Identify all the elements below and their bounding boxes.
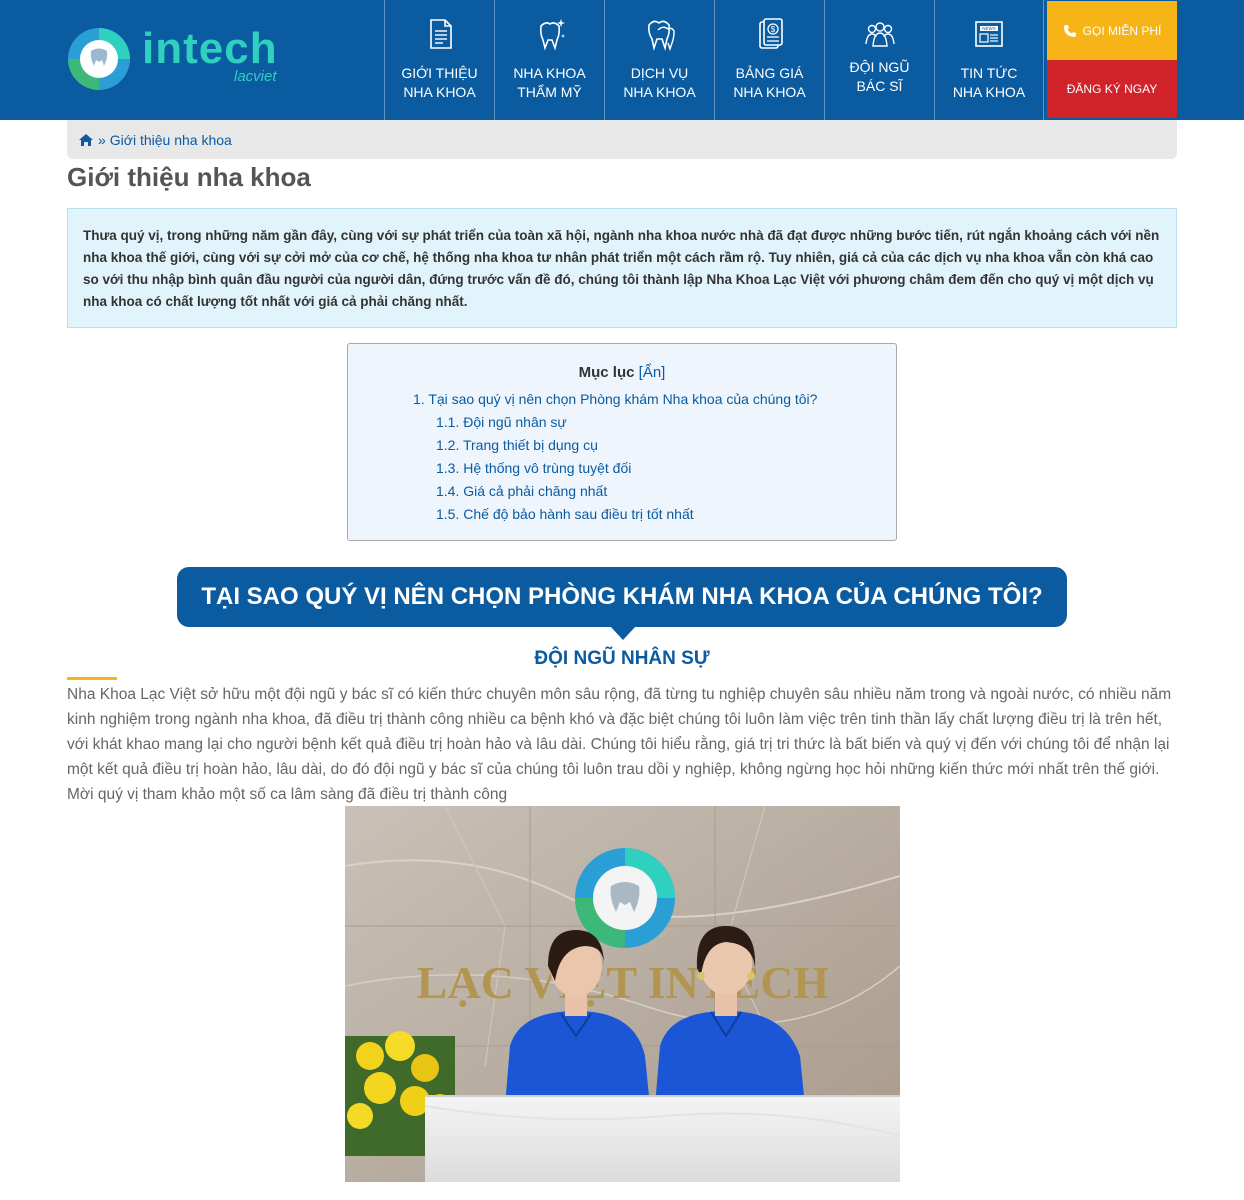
intro-box: Thưa quý vị, trong những năm gần đây, cù…	[67, 208, 1177, 328]
nav-label: Dịch vụ nha khoa	[623, 65, 696, 100]
nav-label: Đội ngũ bác sĩ	[849, 59, 910, 94]
call-free-button[interactable]: Gọi miễn phí	[1047, 1, 1177, 60]
sparkle-tooth-icon	[539, 19, 565, 51]
nav-label: Tin tức nha khoa	[952, 65, 1026, 100]
nav-item-gioi-thieu[interactable]: Giới thiệu nha khoa	[384, 0, 494, 120]
main-nav: Giới thiệu nha khoa Nha khoa thẩm mỹ Dịch …	[384, 0, 1044, 120]
section-heading: Tại sao quý vị nên chọn Phòng khám Nha k…	[177, 567, 1067, 627]
logo[interactable]: intech lacviet	[66, 24, 306, 96]
nav-item-nha-khoa-tham-my[interactable]: Nha khoa thẩm mỹ	[494, 0, 604, 120]
register-button[interactable]: Đăng ký ngay	[1047, 60, 1177, 118]
toc-item-1-2[interactable]: 1.2. Trang thiết bị dụng cụ	[436, 436, 598, 454]
news-icon: NEWS	[975, 21, 1003, 47]
nav-item-tin-tuc[interactable]: NEWS Tin tức nha khoa	[934, 0, 1044, 120]
logo-text: intech	[142, 24, 278, 73]
toc-item-1-5[interactable]: 1.5. Chế độ bảo hành sau điều trị tốt nh…	[436, 505, 694, 523]
site-header: intech lacviet Giới thiệu nha khoa Nha kh…	[0, 0, 1244, 120]
sub-heading: Đội ngũ nhân sự	[534, 648, 710, 669]
team-icon	[864, 22, 895, 47]
nav-label: Giới thiệu nha khoa	[401, 65, 478, 100]
breadcrumb-separator: »	[98, 131, 106, 148]
svg-text:NEWS: NEWS	[982, 26, 996, 31]
nav-label: Nha khoa thẩm mỹ	[513, 65, 586, 100]
toc-toggle-button[interactable]: [Ẩn]	[639, 364, 666, 381]
call-free-label: Gọi miễn phí	[1082, 23, 1162, 38]
nav-item-bang-gia[interactable]: $ Bảng giá nha khoa	[714, 0, 824, 120]
nav-item-dich-vu[interactable]: Dịch vụ nha khoa	[604, 0, 714, 120]
tooth-icon	[647, 20, 675, 52]
price-list-icon: $	[758, 18, 783, 49]
body-paragraph: Nha Khoa Lạc Việt sở hữu một đội ngũ y b…	[67, 686, 1172, 803]
toc-title: Mục lục [Ẩn]	[578, 364, 666, 381]
breadcrumb: » Giới thiệu nha khoa	[67, 120, 1177, 159]
toc-item-1-3[interactable]: 1.3. Hệ thống vô trùng tuyệt đối	[436, 459, 631, 477]
toc-item-1[interactable]: 1. Tại sao quý vị nên chọn Phòng khám Nh…	[413, 390, 817, 408]
svg-text:$: $	[770, 25, 775, 34]
section-heading-arrow	[610, 626, 636, 640]
phone-icon	[1063, 24, 1076, 37]
nav-item-doi-ngu[interactable]: Đội ngũ bác sĩ	[824, 0, 934, 120]
logo-subtext: lacviet	[234, 68, 277, 85]
staff-photo: LẠC VIỆT INTECH	[345, 806, 900, 1182]
table-of-contents: Mục lục [Ẩn] 1. Tại sao quý vị nên chọn …	[347, 343, 897, 541]
breadcrumb-current[interactable]: Giới thiệu nha khoa	[110, 132, 232, 148]
home-icon[interactable]	[78, 133, 94, 147]
logo-icon	[68, 28, 130, 90]
wall-lettering: LẠC VIỆT INTECH	[417, 957, 830, 1008]
heading-underline	[67, 677, 117, 680]
page-title: Giới thiệu nha khoa	[67, 162, 311, 192]
toc-item-1-4[interactable]: 1.4. Giá cả phải chăng nhất	[436, 482, 607, 500]
toc-item-1-1[interactable]: 1.1. Đội ngũ nhân sự	[436, 413, 567, 431]
nav-label: Bảng giá nha khoa	[733, 65, 806, 100]
register-label: Đăng ký ngay	[1066, 82, 1158, 96]
document-icon	[429, 19, 452, 49]
